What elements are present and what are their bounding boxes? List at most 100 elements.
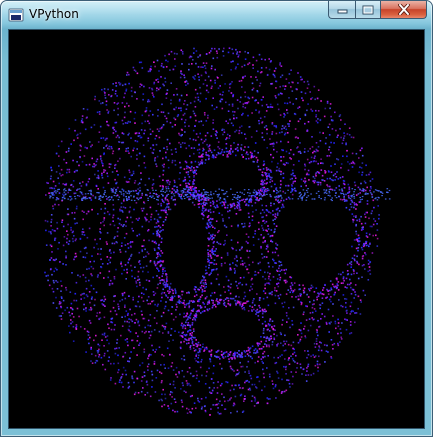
scene-point [180,388,182,390]
scene-point [55,307,58,309]
scene-point [206,295,208,298]
scene-point [153,61,155,63]
scene-point [197,357,199,359]
scene-point [179,76,182,79]
scene-point [244,371,246,373]
vpython-app-icon[interactable] [8,7,24,23]
minimize-button[interactable] [328,1,355,19]
scene-point [270,229,273,231]
scene-point [248,370,250,372]
scene-point [125,232,128,235]
scene-point [207,253,210,256]
scene-point [251,383,254,386]
scene-point [92,194,94,197]
scene-point [49,177,52,180]
scene-point [228,354,231,356]
scene-point [358,237,361,239]
maximize-button[interactable] [355,1,381,19]
scene-point [191,63,193,65]
scene-point [112,199,114,201]
scene-point [304,122,306,125]
scene-point [297,82,299,84]
scene-point [299,338,302,341]
scene-point [193,169,196,172]
scene-point [330,115,332,118]
scene-point [287,189,289,191]
close-button[interactable] [381,1,427,19]
scene-point [353,181,356,184]
scene-point [298,298,300,301]
scene-point [126,74,128,76]
scene-point [261,104,264,107]
scene-point [346,155,348,158]
scene-point [197,399,199,402]
scene-point [199,286,202,289]
scene-point [121,272,123,275]
scene-point [90,360,92,362]
scene-point [268,345,270,348]
scene-point [81,193,84,196]
scene-point [204,65,206,67]
scene-point [239,303,241,305]
scene-point [152,113,154,116]
scene-point [290,86,292,88]
scene-point [299,340,301,342]
scene-point [183,168,186,170]
scene-point [280,206,283,209]
scene-point [212,404,214,406]
scene-point [318,303,321,306]
scene-point [208,155,210,157]
scene-point [189,169,192,172]
scene-point [121,119,124,122]
scene-point [241,260,244,262]
scene-point [97,170,99,172]
scene-point [254,230,257,232]
scene-point [308,288,310,290]
scene-point [352,221,354,223]
scene-point [329,103,332,105]
scene-point [206,198,208,200]
scene-point [143,155,146,158]
scene-point [220,74,223,76]
scene-point [90,306,92,309]
scene-point [336,286,338,289]
scene-point [72,185,75,188]
title-bar[interactable]: VPython [1,1,432,29]
scene-canvas[interactable] [8,29,425,429]
scene-point [50,187,53,189]
scene-point [215,263,218,265]
scene-point [135,332,137,334]
scene-point [209,208,212,211]
scene-point [107,360,110,362]
scene-point [171,362,174,364]
scene-point [213,387,215,389]
scene-point [204,134,207,137]
scene-point [315,109,317,112]
scene-point [285,128,288,131]
scene-point [201,205,204,207]
scene-point [307,83,310,86]
scene-point [251,215,254,218]
scene-point [201,198,203,200]
scene-point [286,132,289,134]
scene-point [125,310,128,312]
scene-point [322,287,325,289]
scene-point [330,287,332,289]
scene-point [313,177,316,180]
scene-point [162,288,164,291]
scene-point [300,178,303,181]
scene-point [173,117,175,119]
scene-point [137,300,139,303]
scene-point [104,97,107,99]
scene-point [144,166,147,169]
scene-point [128,193,131,195]
scene-point [322,293,325,296]
scene-point [180,297,182,300]
scene-point [87,338,90,341]
scene-point [183,358,186,361]
scene-point [308,161,311,164]
scene-point [361,154,364,157]
scene-point [135,189,137,192]
scene-point [204,114,206,116]
scene-point [163,279,165,281]
